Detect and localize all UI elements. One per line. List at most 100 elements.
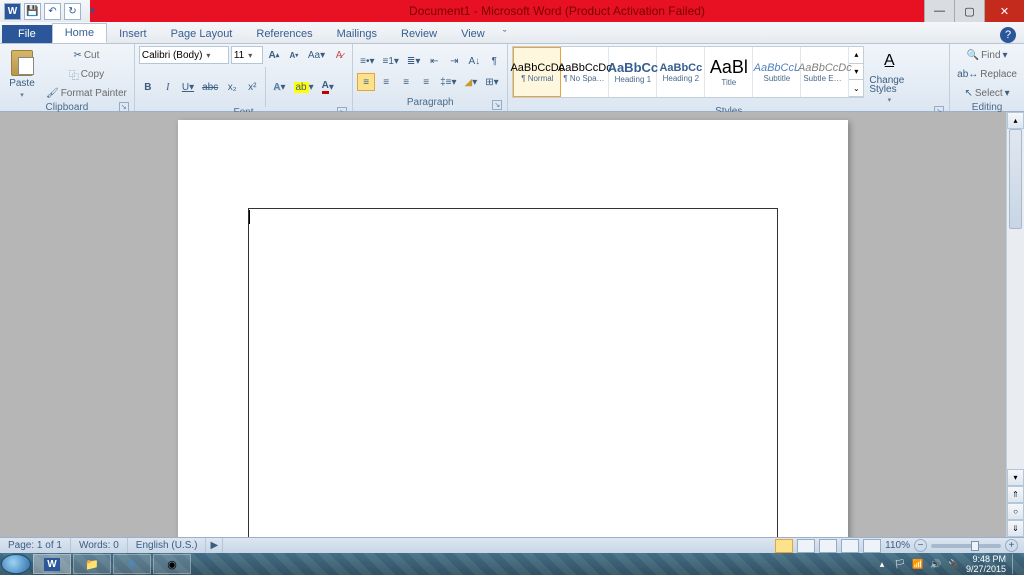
- text-box[interactable]: [248, 208, 778, 537]
- font-color-button[interactable]: A▾: [319, 78, 337, 96]
- status-macro[interactable]: ▶: [206, 538, 223, 553]
- zoom-level[interactable]: 110%: [885, 540, 910, 551]
- style-heading-2[interactable]: AaBbCcHeading 2: [657, 47, 705, 97]
- scroll-thumb[interactable]: [1009, 129, 1022, 229]
- minimize-button[interactable]: —: [924, 0, 954, 22]
- show-hidden-icons[interactable]: ▴: [876, 558, 888, 570]
- style-subtitle[interactable]: AaBbCcLSubtitle: [753, 47, 801, 97]
- taskbar-ie-button[interactable]: e: [113, 554, 151, 574]
- copy-button[interactable]: ⿻ Copy: [43, 65, 130, 83]
- taskbar-word-button[interactable]: W: [33, 554, 71, 574]
- increase-indent-button[interactable]: ⇥: [445, 52, 463, 70]
- align-center-button[interactable]: ≡: [377, 73, 395, 91]
- decrease-indent-button[interactable]: ⇤: [425, 52, 443, 70]
- tab-file[interactable]: File: [2, 25, 52, 43]
- action-center-icon[interactable]: 🏳: [894, 558, 906, 570]
- browse-next-button[interactable]: ⇓: [1007, 520, 1024, 537]
- show-marks-button[interactable]: ¶: [485, 52, 503, 70]
- tab-page-layout[interactable]: Page Layout: [159, 25, 245, 43]
- tab-review[interactable]: Review: [389, 25, 449, 43]
- word-icon[interactable]: W: [4, 3, 21, 20]
- close-button[interactable]: ✕: [984, 0, 1024, 22]
- tab-mailings[interactable]: Mailings: [325, 25, 389, 43]
- multilevel-list-button[interactable]: ≣▾: [404, 52, 423, 70]
- cut-button[interactable]: ✂ Cut: [43, 46, 130, 64]
- show-desktop-button[interactable]: [1012, 554, 1018, 574]
- numbering-button[interactable]: ≡1▾: [379, 52, 401, 70]
- taskbar-app-button[interactable]: ◉: [153, 554, 191, 574]
- italic-button[interactable]: I: [159, 78, 177, 96]
- zoom-in-button[interactable]: +: [1005, 539, 1018, 552]
- change-styles-button[interactable]: A̲ Change Styles ▾: [867, 46, 911, 106]
- scroll-up-button[interactable]: ▴: [1007, 112, 1024, 129]
- status-language[interactable]: English (U.S.): [128, 538, 207, 553]
- style-no-spacing[interactable]: AaBbCcDc¶ No Spaci...: [561, 47, 609, 97]
- taskbar-explorer-button[interactable]: 📁: [73, 554, 111, 574]
- style-normal[interactable]: AaBbCcDc¶ Normal: [513, 47, 561, 97]
- change-case-button[interactable]: Aa▾: [305, 46, 328, 64]
- bullets-button[interactable]: ≡•▾: [357, 52, 377, 70]
- draft-view-button[interactable]: [863, 539, 881, 553]
- zoom-slider[interactable]: [931, 544, 1001, 548]
- font-size-combo[interactable]: 11▾: [231, 46, 263, 64]
- start-button[interactable]: [1, 554, 31, 574]
- highlight-button[interactable]: ab▾: [291, 78, 317, 96]
- sort-button[interactable]: A↓: [465, 52, 483, 70]
- strikethrough-button[interactable]: abc: [199, 78, 221, 96]
- tab-insert[interactable]: Insert: [107, 25, 159, 43]
- style-heading-1[interactable]: AaBbCcHeading 1: [609, 47, 657, 97]
- text-effects-button[interactable]: A▾: [270, 78, 288, 96]
- zoom-slider-thumb[interactable]: [971, 541, 979, 551]
- zoom-out-button[interactable]: −: [914, 539, 927, 552]
- style-title[interactable]: AaBlTitle: [705, 47, 753, 97]
- find-button[interactable]: 🔍 Find ▾: [954, 46, 1020, 64]
- subscript-button[interactable]: x₂: [223, 78, 241, 96]
- style-subtle-emphasis[interactable]: AaBbCcDcSubtle Em...: [801, 47, 849, 97]
- bold-button[interactable]: B: [139, 78, 157, 96]
- align-left-button[interactable]: ≡: [357, 73, 375, 91]
- paragraph-dialog-launcher[interactable]: ↘: [492, 100, 502, 110]
- format-painter-button[interactable]: 🖌 Format Painter: [43, 84, 130, 102]
- document-page[interactable]: [178, 120, 848, 537]
- shrink-font-button[interactable]: A▾: [285, 46, 303, 64]
- replace-button[interactable]: ab↔ Replace: [954, 65, 1020, 83]
- minimize-ribbon-icon[interactable]: ˇ: [497, 27, 513, 43]
- outline-view-button[interactable]: [841, 539, 859, 553]
- paste-button[interactable]: Paste ▾: [4, 46, 40, 102]
- system-clock[interactable]: 9:48 PM 9/27/2015: [966, 554, 1006, 574]
- help-icon[interactable]: ?: [1000, 27, 1016, 43]
- shading-button[interactable]: ◢▾: [462, 73, 481, 91]
- grow-font-button[interactable]: A▴: [265, 46, 283, 64]
- power-icon[interactable]: 🔌: [948, 558, 960, 570]
- maximize-button[interactable]: ▢: [954, 0, 984, 22]
- styles-gallery[interactable]: AaBbCcDc¶ Normal AaBbCcDc¶ No Spaci... A…: [512, 46, 864, 98]
- browse-object-button[interactable]: ○: [1007, 503, 1024, 520]
- borders-button[interactable]: ⊞▾: [482, 73, 501, 91]
- tab-home[interactable]: Home: [52, 23, 107, 43]
- volume-icon[interactable]: 🔊: [930, 558, 942, 570]
- scroll-down-button[interactable]: ▾: [1007, 469, 1024, 486]
- styles-gallery-scroll[interactable]: ▴▾⌄: [849, 47, 863, 97]
- tab-view[interactable]: View: [449, 25, 497, 43]
- redo-icon[interactable]: ↻: [64, 3, 81, 20]
- clipboard-dialog-launcher[interactable]: ↘: [119, 102, 129, 112]
- undo-icon[interactable]: ↶: [44, 3, 61, 20]
- browse-prev-button[interactable]: ⇑: [1007, 486, 1024, 503]
- full-screen-view-button[interactable]: [797, 539, 815, 553]
- clear-formatting-button[interactable]: A̷: [330, 46, 348, 64]
- superscript-button[interactable]: x²: [243, 78, 261, 96]
- vertical-scrollbar[interactable]: ▴ ▾ ⇑ ○ ⇓: [1006, 112, 1024, 537]
- select-button[interactable]: ↖ Select ▾: [954, 84, 1020, 102]
- status-words[interactable]: Words: 0: [71, 538, 128, 553]
- qat-customize-icon[interactable]: ▾: [84, 3, 101, 20]
- network-icon[interactable]: 📶: [912, 558, 924, 570]
- status-page[interactable]: Page: 1 of 1: [0, 538, 71, 553]
- justify-button[interactable]: ≡: [417, 73, 435, 91]
- tab-references[interactable]: References: [244, 25, 324, 43]
- line-spacing-button[interactable]: ‡≡▾: [437, 73, 459, 91]
- align-right-button[interactable]: ≡: [397, 73, 415, 91]
- underline-button[interactable]: U ▾: [179, 78, 197, 96]
- font-name-combo[interactable]: Calibri (Body)▾: [139, 46, 229, 64]
- web-layout-view-button[interactable]: [819, 539, 837, 553]
- save-icon[interactable]: 💾: [24, 3, 41, 20]
